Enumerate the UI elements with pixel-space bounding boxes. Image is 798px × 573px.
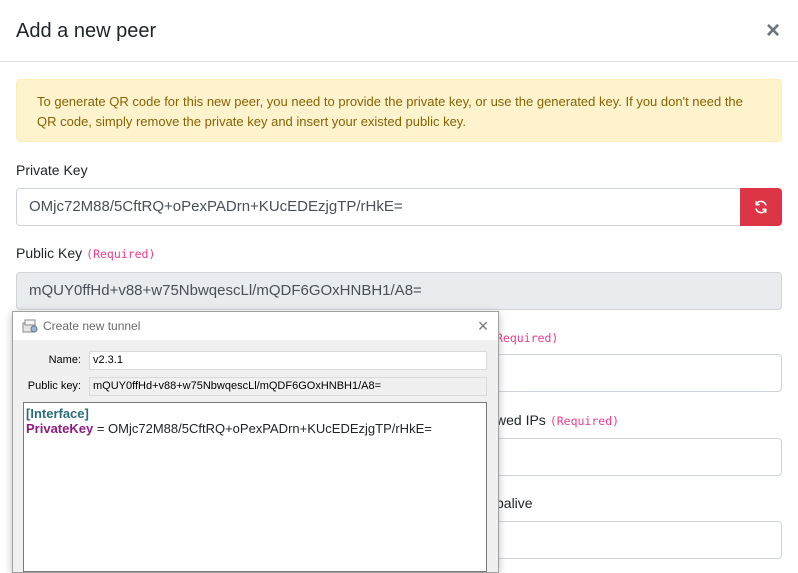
tunnel-app-icon (22, 319, 38, 333)
field-label-2: wed IPs (Required) (496, 412, 619, 428)
interface-section: [Interface] (26, 406, 89, 421)
public-key-label: Public key: (27, 380, 81, 392)
equals-sign: = (93, 421, 109, 436)
config-line-section: [Interface] (26, 406, 484, 421)
private-key-keyword: PrivateKey (26, 421, 94, 436)
regenerate-key-button[interactable] (740, 188, 782, 226)
public-key-label-text: Public Key (16, 245, 83, 261)
allowed-ips-label: wed IPs (496, 412, 546, 428)
private-key-label: Private Key (16, 162, 88, 178)
window-titlebar: Create new tunnel × (13, 312, 498, 340)
public-key-input[interactable]: mQUY0ffHd+v88+w75NbwqescLl/mQDF6GOxHNBH1… (16, 272, 782, 310)
private-key-value: OMjc72M88/5CftRQ+oPexPADrn+KUcEDEzjgTP/r… (108, 421, 432, 436)
modal-header: Add a new peer × (0, 0, 798, 62)
config-editor[interactable]: [Interface] PrivateKey = OMjc72M88/5CftR… (23, 402, 487, 572)
private-key-input[interactable]: OMjc72M88/5CftRQ+oPexPADrn+KUcEDEzjgTP/r… (16, 188, 741, 226)
close-icon[interactable]: × (762, 18, 784, 44)
info-alert: To generate QR code for this new peer, y… (16, 79, 782, 142)
window-close-icon[interactable]: × (473, 316, 493, 336)
required-badge: (Required) (549, 414, 620, 428)
tunnel-name-input[interactable]: v2.3.1 (89, 351, 487, 370)
create-tunnel-window: Create new tunnel × Name: v2.3.1 Public … (12, 311, 499, 573)
field-label-1: Required) (496, 329, 558, 345)
required-badge: (Required) (86, 247, 156, 261)
refresh-icon (755, 200, 767, 214)
config-line-privatekey: PrivateKey = OMjc72M88/5CftRQ+oPexPADrn+… (26, 421, 484, 436)
tunnel-public-key-field: mQUY0ffHd+v88+w75NbwqescLl/mQDF6GOxHNBH1… (89, 377, 487, 396)
window-title: Create new tunnel (43, 319, 141, 333)
name-label: Name: (48, 354, 81, 366)
keepalive-label: palive (496, 495, 533, 511)
required-badge: Required) (496, 331, 559, 345)
public-key-label: Public Key (Required) (16, 245, 155, 261)
modal-title: Add a new peer (16, 20, 157, 42)
